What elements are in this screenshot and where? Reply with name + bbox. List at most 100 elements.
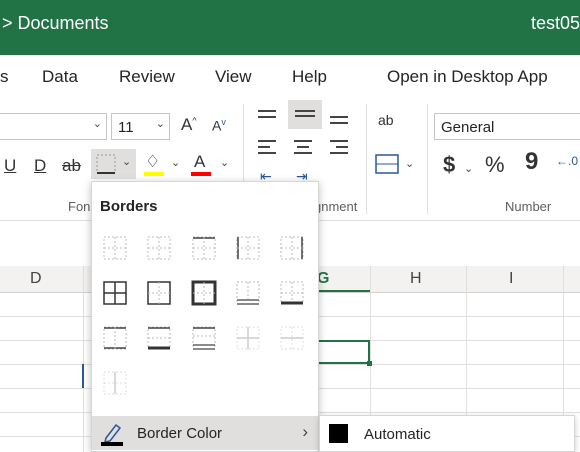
- align-bottom-button[interactable]: [328, 104, 352, 128]
- font-family-combo[interactable]: ⌄: [0, 113, 107, 140]
- comma-style-button[interactable]: 9: [525, 148, 538, 176]
- thick-box-border-option[interactable]: [190, 279, 218, 307]
- border-bottom-icon: [103, 236, 127, 260]
- inside-borders-option[interactable]: [234, 324, 262, 352]
- menu-item-help[interactable]: Help: [292, 67, 327, 87]
- column-header-i[interactable]: I: [509, 270, 513, 288]
- percent-button[interactable]: %: [485, 152, 505, 178]
- currency-button[interactable]: $: [443, 152, 455, 178]
- merge-center-button[interactable]: ⌄: [375, 153, 417, 175]
- menu-item-review[interactable]: Review: [119, 67, 175, 87]
- border-inside-vertical-icon: [103, 371, 127, 395]
- borders-menu-title: Borders: [100, 198, 158, 215]
- font-color-icon: A: [194, 152, 206, 171]
- top-double-bottom-border-option[interactable]: [190, 324, 218, 352]
- increase-decimal-icon[interactable]: ←.0: [556, 154, 578, 168]
- align-middle-button[interactable]: [288, 100, 322, 129]
- column-header-h[interactable]: H: [410, 270, 422, 288]
- menu-item-data[interactable]: Data: [42, 67, 78, 87]
- font-group-label: Fon: [68, 199, 91, 214]
- font-size-value: 11: [118, 119, 134, 136]
- chevron-right-icon: ›: [302, 422, 308, 441]
- top-thick-bottom-border-option[interactable]: [145, 324, 173, 352]
- border-color-label: Border Color: [137, 425, 223, 442]
- border-top-double-bottom-icon: [192, 326, 216, 350]
- automatic-color-option[interactable]: Automatic: [364, 426, 431, 443]
- wrap-text-icon[interactable]: ab: [378, 112, 394, 128]
- pencil-icon: [101, 423, 123, 446]
- inside-vertical-border-option[interactable]: [101, 369, 129, 397]
- open-in-desktop-app-button[interactable]: Open in Desktop App: [387, 67, 548, 87]
- automatic-color-swatch[interactable]: [329, 424, 348, 443]
- chevron-down-icon: ⌄: [155, 118, 165, 130]
- chevron-down-icon: ⌄: [92, 118, 102, 130]
- font-size-combo[interactable]: 11 ⌄: [111, 113, 170, 140]
- grid-line: [83, 266, 84, 452]
- align-left-button[interactable]: [256, 136, 280, 160]
- bottom-border-option[interactable]: [101, 234, 129, 262]
- double-underline-button[interactable]: D: [34, 156, 46, 176]
- borders-button[interactable]: ⌄: [91, 149, 136, 179]
- border-all-icon: [103, 281, 127, 305]
- font-color-swatch: [191, 172, 211, 176]
- border-right-icon: [280, 236, 304, 260]
- left-border-option[interactable]: [234, 234, 262, 262]
- border-outside-icon: [147, 281, 171, 305]
- selected-cell[interactable]: [318, 340, 370, 364]
- paint-bucket-icon: ♢: [145, 152, 161, 171]
- alignment-group-label: gnment: [314, 199, 358, 214]
- divider: [427, 104, 428, 214]
- top-border-option[interactable]: [145, 234, 173, 262]
- thick-bottom-border-option[interactable]: [278, 279, 306, 307]
- border-left-icon: [236, 236, 260, 260]
- border-inside-horizontal-icon: [280, 326, 304, 350]
- underline-button[interactable]: U: [4, 156, 16, 176]
- selected-column-indicator: [317, 290, 371, 292]
- border-color-menu-item[interactable]: Border Color ›: [92, 416, 318, 450]
- outside-borders-option[interactable]: [145, 279, 173, 307]
- chevron-down-icon: ⌄: [464, 163, 474, 175]
- increase-font-size-icon[interactable]: A^: [181, 115, 197, 135]
- border-color-submenu: Automatic: [319, 415, 575, 452]
- strikethrough-button[interactable]: ab: [62, 156, 81, 176]
- fill-color-button[interactable]: ♢ ⌄: [141, 152, 181, 178]
- chevron-down-icon: ⌄: [171, 157, 181, 169]
- border-top-thick-bottom-icon: [147, 326, 171, 350]
- bottom-double-border-option[interactable]: [234, 279, 262, 307]
- file-name[interactable]: test05: [531, 13, 580, 34]
- column-header-d[interactable]: D: [30, 270, 42, 288]
- fill-handle[interactable]: [367, 361, 372, 366]
- all-borders-option[interactable]: [101, 279, 129, 307]
- align-top-button[interactable]: [256, 104, 280, 128]
- number-format-combo[interactable]: General: [434, 113, 580, 140]
- border-top-bottom-icon: [103, 326, 127, 350]
- font-color-button[interactable]: A ⌄: [190, 152, 230, 178]
- menu-item-view[interactable]: View: [215, 67, 252, 87]
- align-right-button[interactable]: [328, 136, 352, 160]
- border-bottom-double-icon: [236, 281, 260, 305]
- menu-bar: s Data Review View Help Open in Desktop …: [0, 55, 580, 98]
- chevron-down-icon: ⌄: [405, 158, 415, 170]
- cell-cursor-edge: [82, 364, 84, 388]
- top-border-solid-option[interactable]: [190, 234, 218, 262]
- menu-item-partial[interactable]: s: [0, 67, 9, 87]
- border-bottom-icon: [96, 154, 116, 174]
- border-top-icon: [192, 236, 216, 260]
- merge-cells-icon: [375, 154, 399, 174]
- right-border-option[interactable]: [278, 234, 306, 262]
- breadcrumb[interactable]: > Documents: [2, 13, 109, 34]
- title-bar: > Documents test05: [0, 0, 580, 55]
- chevron-down-icon: ⌄: [122, 156, 132, 168]
- borders-menu: Borders Border Color ›: [91, 181, 319, 452]
- inside-horizontal-border-option[interactable]: [278, 324, 306, 352]
- decrease-font-size-icon[interactable]: Av: [212, 117, 226, 134]
- number-format-value: General: [441, 119, 495, 136]
- border-thick-box-icon: [191, 280, 217, 306]
- chevron-down-icon: ⌄: [220, 157, 230, 169]
- number-group-label: Number: [505, 199, 552, 214]
- top-bottom-border-option[interactable]: [101, 324, 129, 352]
- border-thick-bottom-icon: [280, 281, 304, 305]
- border-top-icon: [147, 236, 171, 260]
- align-center-button[interactable]: [292, 136, 316, 160]
- border-inside-icon: [236, 326, 260, 350]
